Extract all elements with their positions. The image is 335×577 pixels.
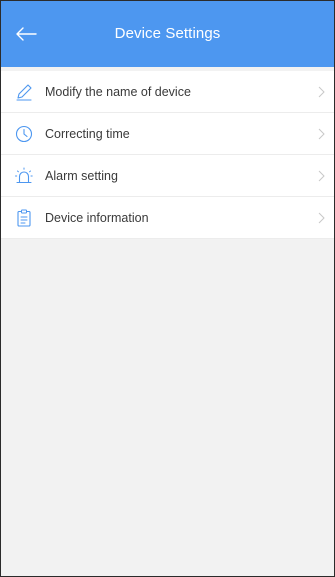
menu-item-alarm-setting[interactable]: Alarm setting [1, 155, 334, 197]
menu-item-modify-name[interactable]: Modify the name of device [1, 71, 334, 113]
settings-menu: Modify the name of device Correcting tim… [1, 67, 334, 239]
menu-item-label: Device information [45, 210, 149, 225]
menu-item-device-info[interactable]: Device information [1, 197, 334, 239]
header-bar: Device Settings [1, 1, 334, 67]
menu-item-label: Modify the name of device [45, 84, 191, 99]
page-title: Device Settings [114, 25, 221, 42]
chevron-right-icon [318, 212, 325, 224]
menu-item-correct-time[interactable]: Correcting time [1, 113, 334, 155]
chevron-right-icon [318, 170, 325, 182]
chevron-right-icon [318, 128, 325, 140]
clock-icon [14, 124, 34, 144]
clipboard-icon [14, 208, 34, 228]
alarm-icon [14, 166, 34, 186]
menu-item-label: Correcting time [45, 126, 130, 141]
menu-item-label: Alarm setting [45, 168, 118, 183]
chevron-right-icon [318, 86, 325, 98]
pencil-icon [14, 82, 34, 102]
app-screen: Device Settings Modify the name of devic… [0, 0, 335, 577]
